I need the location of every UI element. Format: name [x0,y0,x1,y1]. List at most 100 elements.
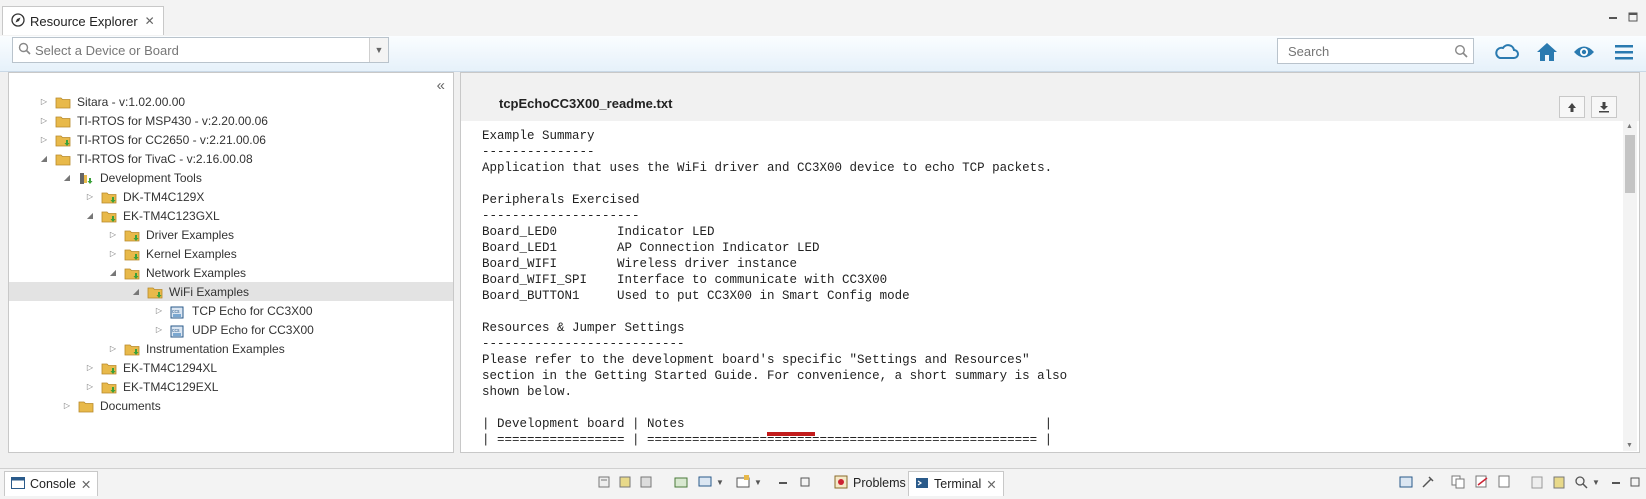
tree-item-label: UDP Echo for CC3X00 [192,322,314,337]
folder-download-icon [55,134,71,146]
chevron-down-icon[interactable]: ▼ [750,474,766,490]
scroll-up-icon[interactable]: ▲ [1626,123,1633,130]
copy-icon[interactable] [1450,474,1466,490]
import-arrow-icon[interactable] [1559,96,1585,118]
expanded-arrow-icon[interactable]: ◢ [131,287,141,296]
folder-icon [55,115,71,127]
tree-item[interactable]: ▷ ccs TCP Echo for CC3X00 [9,301,453,320]
maximize-button[interactable] [797,474,813,490]
tree-item[interactable]: ◢ Development Tools [9,168,453,187]
tree-item-label: EK-TM4C129EXL [123,379,219,394]
scroll-lock-icon[interactable] [617,474,633,490]
open-console-icon[interactable] [735,474,751,490]
tree-item-label: WiFi Examples [169,284,250,299]
tree-item[interactable]: ▷ Documents [9,396,453,415]
find-icon[interactable] [1573,474,1589,490]
tree-item-label: EK-TM4C1294XL [123,360,218,375]
home-icon[interactable] [1534,40,1560,64]
tree-item[interactable]: ▷ DK-TM4C129X [9,187,453,206]
search-icon[interactable] [1454,44,1468,61]
display-console-icon[interactable] [697,474,713,490]
tab-terminal[interactable]: Terminal ✕ [908,471,1004,496]
tree-item-label: Network Examples [146,265,247,280]
minimize-button[interactable] [775,474,791,490]
tree-item[interactable]: ▷ Sitara - v:1.02.00.00 [9,92,453,111]
clear-console-icon[interactable] [596,474,612,490]
collapsed-arrow-icon[interactable]: ▷ [154,325,164,334]
readme-viewer-panel: tcpEchoCC3X00_readme.txt Example Summary… [460,72,1640,453]
expanded-arrow-icon[interactable]: ◢ [39,154,49,163]
disconnect-icon[interactable] [1474,474,1490,490]
console-icon [11,476,25,492]
chevron-down-icon[interactable]: ▼ [369,38,388,62]
expanded-arrow-icon[interactable]: ◢ [62,173,72,182]
tab-resource-explorer[interactable]: Resource Explorer ✕ [2,6,164,35]
tree-item[interactable]: ▷ Instrumentation Examples [9,339,453,358]
collapsed-arrow-icon[interactable]: ▷ [108,249,118,258]
download-icon[interactable] [1591,96,1617,118]
tree-item[interactable]: ▷ Driver Examples [9,225,453,244]
scrollbar-thumb[interactable] [1625,135,1635,193]
close-icon[interactable]: ✕ [986,477,996,492]
device-select-placeholder: Select a Device or Board [35,43,179,58]
folder-icon [78,400,94,412]
expanded-arrow-icon[interactable]: ◢ [108,268,118,277]
folder-icon [55,153,71,165]
scroll-down-icon[interactable]: ▼ [1626,442,1633,449]
eye-icon[interactable] [1571,40,1597,64]
collapsed-arrow-icon[interactable]: ▷ [154,306,164,315]
progress-marker [767,432,815,436]
menu-icon[interactable] [1611,40,1637,64]
maximize-button[interactable] [1626,10,1640,24]
maximize-button[interactable] [1627,474,1643,490]
tab-console[interactable]: Console ✕ [4,471,99,496]
tree-item[interactable]: ◢ TI-RTOS for TivaC - v:2.16.00.08 [9,149,453,168]
minimize-button[interactable] [1608,474,1624,490]
tree-item[interactable]: ▷ Kernel Examples [9,244,453,263]
tools-download-icon [78,172,94,184]
search-input[interactable] [1286,43,1450,60]
scroll-lock-icon[interactable] [1497,474,1513,490]
collapsed-arrow-icon[interactable]: ▷ [108,230,118,239]
word-wrap-icon[interactable] [638,474,654,490]
vertical-scrollbar[interactable]: ▲ ▼ [1623,121,1637,451]
tree-item[interactable]: ▷ EK-TM4C129EXL [9,377,453,396]
search-field[interactable] [1277,38,1474,64]
collapsed-arrow-icon[interactable]: ▷ [85,382,95,391]
minimize-button[interactable] [1606,10,1620,24]
tree-item[interactable]: ◢ EK-TM4C123GXL [9,206,453,225]
compass-icon [11,12,25,30]
close-icon[interactable]: ✕ [145,14,155,28]
tree-item[interactable]: ▷ TI-RTOS for CC2650 - v:2.21.00.06 [9,130,453,149]
tree-item[interactable]: ◢ WiFi Examples [9,282,453,301]
expanded-arrow-icon[interactable]: ◢ [85,211,95,220]
collapsed-arrow-icon[interactable]: ▷ [39,135,49,144]
collapsed-arrow-icon[interactable]: ▷ [39,97,49,106]
paste-icon[interactable] [1551,474,1567,490]
folder-download-icon [124,343,140,355]
tree-item[interactable]: ▷ ccs UDP Echo for CC3X00 [9,320,453,339]
tree-item-label: DK-TM4C129X [123,189,205,204]
chevron-down-icon[interactable]: ▼ [712,474,728,490]
device-board-select[interactable]: Select a Device or Board ▼ [12,37,389,63]
collapsed-arrow-icon[interactable]: ▷ [85,363,95,372]
tab-problems[interactable]: Problems [828,471,912,495]
clipboard-icon[interactable] [1529,474,1545,490]
collapsed-arrow-icon[interactable]: ▷ [108,344,118,353]
tree-item[interactable]: ▷ TI-RTOS for MSP430 - v:2.20.00.06 [9,111,453,130]
tree-item[interactable]: ▷ EK-TM4C1294XL [9,358,453,377]
cloud-icon[interactable] [1494,40,1520,64]
tab-label: Resource Explorer [30,13,138,29]
tree-item-label: Sitara - v:1.02.00.00 [77,94,186,109]
close-icon[interactable]: ✕ [81,477,91,492]
tree-item[interactable]: ◢ Network Examples [9,263,453,282]
file-title: tcpEchoCC3X00_readme.txt [499,96,673,111]
pin-console-icon[interactable] [673,474,689,490]
tree-item-label: TCP Echo for CC3X00 [192,303,313,318]
settings-icon[interactable] [1420,474,1436,490]
collapsed-arrow-icon[interactable]: ▷ [85,192,95,201]
chevron-down-icon[interactable]: ▼ [1588,474,1604,490]
new-terminal-icon[interactable] [1398,474,1414,490]
collapsed-arrow-icon[interactable]: ▷ [39,116,49,125]
collapsed-arrow-icon[interactable]: ▷ [62,401,72,410]
